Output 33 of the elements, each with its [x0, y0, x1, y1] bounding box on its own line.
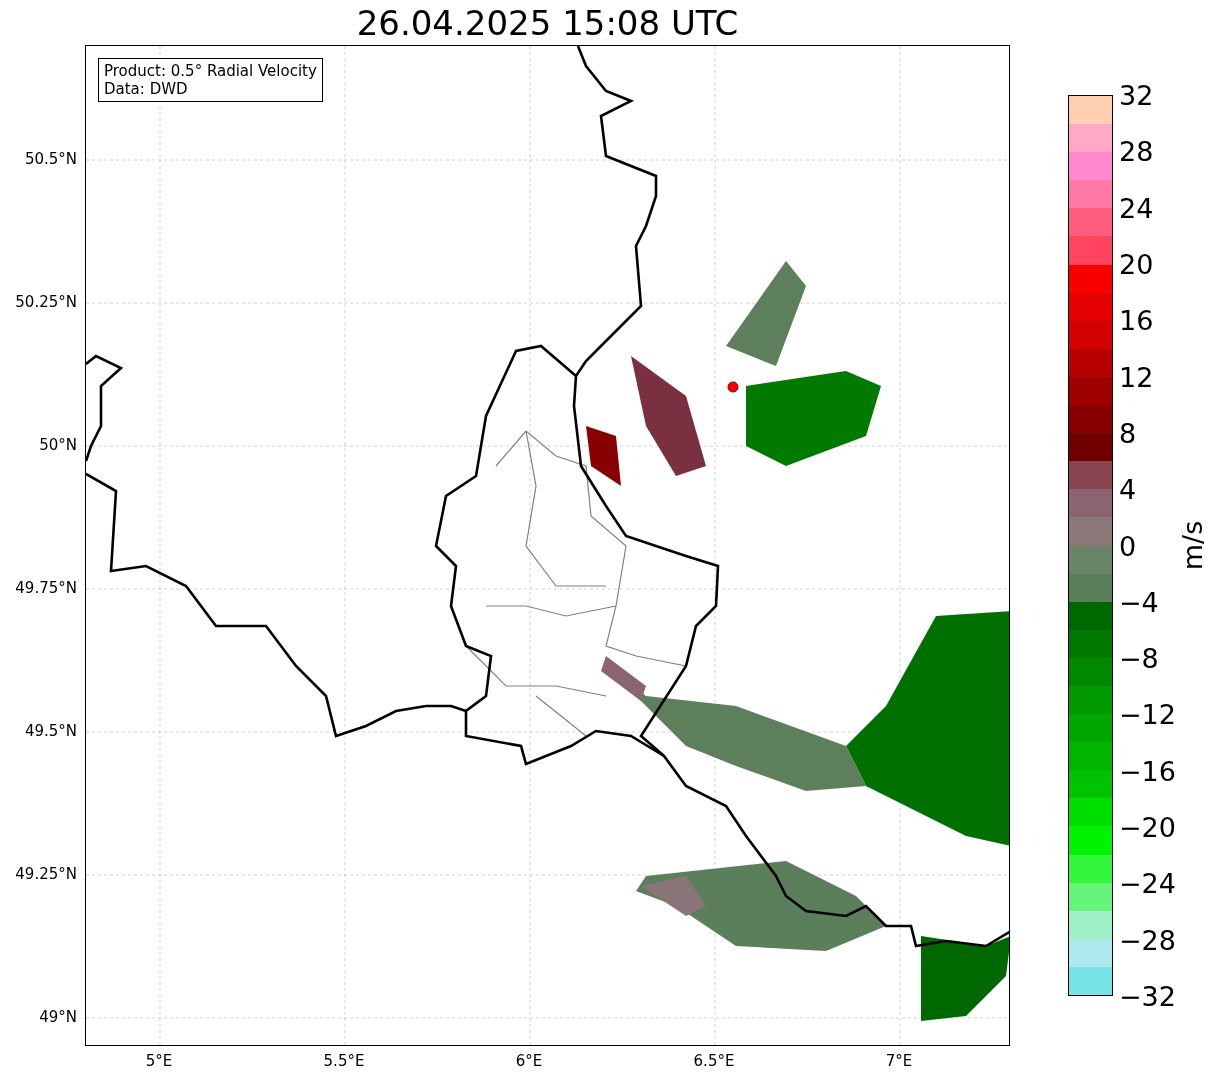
- colorbar-tick-label: 16: [1119, 304, 1154, 336]
- longitude-label: 5°E: [145, 1052, 173, 1070]
- chart-title: 26.04.2025 15:08 UTC: [356, 2, 739, 43]
- latitude-label: 49.5°N: [24, 722, 77, 740]
- longitude-label: 5.5°E: [323, 1052, 365, 1070]
- longitude-label: 6°E: [515, 1052, 543, 1070]
- latitude-label: 49°N: [39, 1008, 77, 1026]
- colorbar-tick-label: −20: [1119, 811, 1176, 843]
- colorbar-unit-label: m/s: [1176, 520, 1208, 571]
- colorbar-tick-label: 24: [1119, 192, 1154, 224]
- colorbar-tick-label: 4: [1119, 473, 1137, 505]
- colorbar-tick-label: 0: [1119, 530, 1137, 561]
- latitude-label: 49.75°N: [15, 579, 77, 597]
- colorbar-tick-label: 32: [1119, 79, 1154, 111]
- colorbar-tick-label: −24: [1119, 867, 1176, 899]
- colorbar-tick-label: −28: [1119, 924, 1176, 956]
- longitude-label: 7°E: [885, 1052, 913, 1070]
- colorbar-tick-label: −8: [1119, 642, 1159, 674]
- latitude-label: 49.25°N: [15, 865, 77, 883]
- colorbar-tick-label: 20: [1119, 248, 1154, 280]
- colorbar-tick-label: 28: [1119, 135, 1154, 167]
- colorbar-tick-label: 8: [1119, 417, 1137, 449]
- longitude-label: 6.5°E: [693, 1052, 735, 1070]
- colorbar-tick-label: −4: [1119, 586, 1159, 618]
- latitude-label: 50.25°N: [15, 293, 77, 311]
- colorbar-tick-label: −12: [1119, 698, 1176, 730]
- colorbar-tick-label: −16: [1119, 755, 1176, 787]
- info-text: Product: 0.5° Radial Velocity: [104, 62, 317, 80]
- latitude-label: 50.5°N: [24, 150, 77, 168]
- colorbar-tick-label: −32: [1119, 980, 1176, 1012]
- info-text: Data: DWD: [104, 80, 189, 98]
- latitude-label: 50°N: [39, 436, 77, 454]
- colorbar-tick-label: 12: [1119, 361, 1154, 393]
